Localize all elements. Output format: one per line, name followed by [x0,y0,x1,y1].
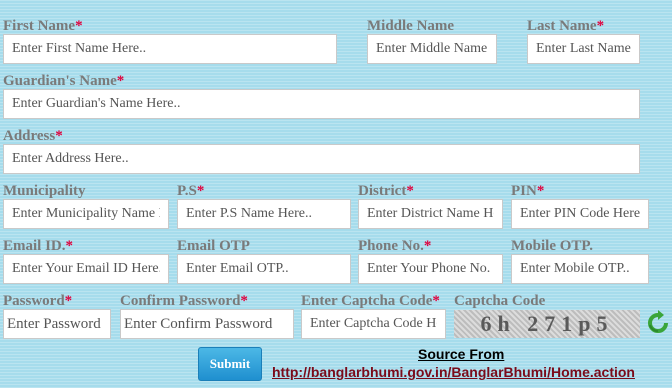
email-otp-label: Email OTP [177,238,250,254]
last-name-input[interactable] [527,34,640,64]
email-input[interactable] [3,254,169,284]
source-link[interactable]: http://banglarbhumi.gov.in/BanglarBhumi/… [272,364,635,380]
last-name-label: Last Name* [527,18,605,34]
first-name-input[interactable] [3,34,337,64]
district-input[interactable] [358,199,503,229]
mobile-otp-label: Mobile OTP. [511,238,593,254]
phone-input[interactable] [358,254,503,284]
address-input[interactable] [3,144,640,174]
guardian-name-input[interactable] [3,89,640,119]
captcha-image: 6h 271p5 [454,310,640,338]
municipality-label: Municipality [3,183,86,199]
confirm-password-input[interactable] [120,309,294,339]
password-input[interactable] [3,309,111,339]
ps-input[interactable] [177,199,351,229]
district-label: District* [358,183,414,199]
middle-name-label: Middle Name [367,18,455,34]
middle-name-input[interactable] [367,34,497,64]
municipality-input[interactable] [3,199,169,229]
captcha-input-label: Enter Captcha Code* [301,293,440,309]
captcha-input[interactable] [301,309,446,339]
first-name-label: First Name* [3,18,83,34]
source-title: Source From [418,346,505,362]
ps-label: P.S* [177,183,205,199]
refresh-icon[interactable] [646,310,670,338]
guardian-name-label: Guardian's Name* [3,73,125,89]
email-label: Email ID.* [3,238,74,254]
address-label: Address* [3,128,63,144]
confirm-password-label: Confirm Password* [120,293,248,309]
pin-label: PIN* [511,183,545,199]
mobile-otp-input[interactable] [511,254,649,284]
captcha-label: Captcha Code [454,293,546,309]
phone-label: Phone No.* [358,238,432,254]
submit-button[interactable]: Submit [198,347,262,381]
email-otp-input[interactable] [177,254,351,284]
password-label: Password* [3,293,73,309]
pin-input[interactable] [511,199,649,229]
